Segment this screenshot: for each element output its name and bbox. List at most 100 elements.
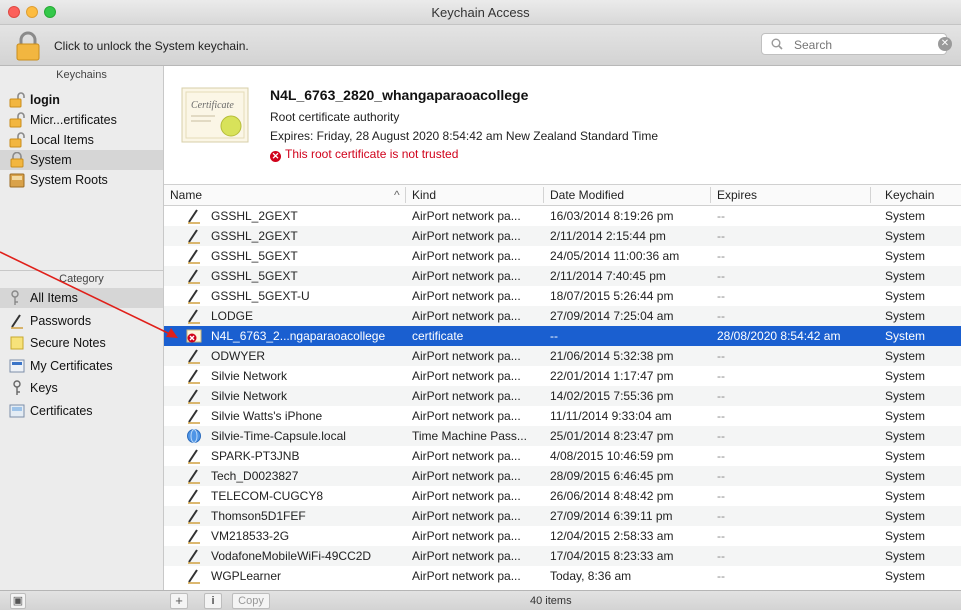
sidebar-item-label: Secure Notes [30, 336, 106, 350]
cell-kind: certificate [412, 329, 464, 343]
cell-keychain: System [885, 329, 926, 343]
item-count: 40 items [530, 595, 572, 607]
column-header-kind[interactable]: Kind [412, 188, 436, 202]
sidebar-item-label: Micr...ertificates [30, 113, 117, 127]
cell-date-modified: 2/11/2014 7:40:45 pm [550, 269, 666, 283]
cell-date-modified: 4/08/2015 10:46:59 pm [550, 449, 674, 463]
info-button[interactable]: i [204, 593, 222, 609]
column-header-name[interactable]: Name [170, 188, 202, 202]
clear-search-icon[interactable]: ✕ [938, 37, 952, 51]
show-sidebar-icon[interactable]: ▣ [10, 593, 26, 609]
certificate-warning: ✕ This root certificate is not trusted [270, 147, 458, 162]
table-row[interactable]: GSSHL_5GEXT AirPort network pa... 2/11/201… [164, 266, 961, 286]
cell-expires: -- [717, 389, 725, 403]
column-separator[interactable] [543, 187, 544, 203]
sidebar-item-secure-notes[interactable]: Secure Notes [0, 333, 163, 353]
table-row[interactable]: VM218533-2G AirPort network pa... 12/04/20… [164, 526, 961, 546]
pen-icon [186, 348, 202, 364]
column-header-expires[interactable]: Expires [717, 188, 757, 202]
cell-kind: AirPort network pa... [412, 369, 521, 383]
cell-expires: -- [717, 349, 725, 363]
lock-closed-icon[interactable] [14, 31, 42, 61]
add-item-button[interactable]: + [170, 593, 188, 609]
cell-expires: -- [717, 549, 725, 563]
search-input[interactable] [792, 37, 916, 53]
sidebar-item-local-items[interactable]: Local Items [0, 130, 163, 150]
cell-expires: -- [717, 469, 725, 483]
note-icon [9, 335, 25, 351]
cell-date-modified: 12/04/2015 2:58:33 am [550, 529, 674, 543]
cell-keychain: System [885, 489, 926, 503]
table-row[interactable]: TELECOM-CUGCY8 AirPort network pa... 26/06… [164, 486, 961, 506]
lock-closed-icon [9, 151, 25, 168]
table-row[interactable]: N4L_6763_2...ngaparaoacollege certificate… [164, 326, 961, 346]
table-row[interactable]: WGPLearner AirPort network pa... Today, 8:… [164, 566, 961, 586]
pen-icon [186, 568, 202, 584]
sidebar-item-keys[interactable]: Keys [0, 378, 163, 398]
cell-kind: AirPort network pa... [412, 569, 521, 583]
table-row[interactable]: Silvie Network AirPort network pa... 14/02… [164, 386, 961, 406]
status-bar: ▣ + i Copy 40 items [0, 590, 961, 610]
sidebar-item-micr-ertificates[interactable]: Micr...ertificates [0, 110, 163, 130]
sidebar-item-all-items[interactable]: All Items [0, 288, 163, 308]
table-row[interactable]: Tech_D0023827 AirPort network pa... 28/09/… [164, 466, 961, 486]
cell-keychain: System [885, 529, 926, 543]
cell-date-modified: 28/09/2015 6:46:45 pm [550, 469, 674, 483]
pen-icon [186, 448, 202, 464]
sort-ascending-icon: ^ [394, 188, 400, 202]
table-row[interactable]: Silvie-Time-Capsule.local Time Machine Pa… [164, 426, 961, 446]
pen-icon [186, 368, 202, 384]
table-row[interactable]: SPARK-PT3JNB AirPort network pa... 4/08/20… [164, 446, 961, 466]
sidebar-item-label: Local Items [30, 133, 94, 147]
copy-button[interactable]: Copy [232, 593, 270, 609]
key-icon [9, 380, 25, 396]
table-row[interactable]: LODGE AirPort network pa... 27/09/2014 7:2… [164, 306, 961, 326]
certificate-expiry: Expires: Friday, 28 August 2020 8:54:42 … [270, 129, 658, 143]
main-pane: Certificate N4L_6763_2820_whangaparaoaco… [164, 66, 961, 590]
cell-expires: -- [717, 529, 725, 543]
pen-icon [186, 528, 202, 544]
sidebar-item-my-certificates[interactable]: My Certificates [0, 356, 163, 376]
table-row[interactable]: GSSHL_2GEXT AirPort network pa... 16/03/20… [164, 206, 961, 226]
table-row[interactable]: GSSHL_5GEXT-U AirPort network pa... 18/07/… [164, 286, 961, 306]
cell-expires: -- [717, 249, 725, 263]
column-separator[interactable] [710, 187, 711, 203]
sidebar-item-label: My Certificates [30, 358, 113, 373]
cell-keychain: System [885, 449, 926, 463]
search-field[interactable]: ✕ [761, 33, 952, 55]
cell-date-modified: 2/11/2014 2:15:44 pm [550, 229, 666, 243]
cell-keychain: System [885, 469, 926, 483]
title-bar: Keychain Access [0, 0, 961, 25]
keychain-window: Keychain Access Click to unlock the Syst… [0, 0, 961, 610]
window-title: Keychain Access [431, 5, 530, 20]
table-row[interactable]: Thomson5D1FEF AirPort network pa... 27/09/… [164, 506, 961, 526]
sidebar-item-system-roots[interactable]: System Roots [0, 170, 163, 190]
table-row[interactable]: Silvie Watts's iPhone AirPort network pa.… [164, 406, 961, 426]
column-separator[interactable] [870, 187, 871, 203]
cell-keychain: System [885, 269, 926, 283]
table-row[interactable]: VodafoneMobileWiFi-49CC2D AirPort network… [164, 546, 961, 566]
column-header-keychain[interactable]: Keychain [885, 188, 934, 202]
sidebar-item-certificates[interactable]: Certificates [0, 401, 163, 421]
table-row[interactable]: GSSHL_2GEXT AirPort network pa... 2/11/201… [164, 226, 961, 246]
cell-expires: -- [717, 569, 725, 583]
table-row[interactable]: GSSHL_5GEXT AirPort network pa... 24/05/20… [164, 246, 961, 266]
column-header-date-modified[interactable]: Date Modified [550, 188, 624, 202]
cell-kind: AirPort network pa... [412, 489, 521, 503]
sidebar-item-passwords[interactable]: Passwords [0, 311, 163, 331]
unlock-keychain-text[interactable]: Click to unlock the System keychain. [54, 39, 249, 53]
sidebar-item-label: Passwords [30, 313, 92, 328]
certificate-warning-text: This root certificate is not trusted [285, 147, 459, 161]
cell-date-modified: Today, 8:36 am [550, 569, 632, 583]
cert-icon [9, 358, 25, 374]
sidebar-item-login[interactable]: login [0, 90, 163, 110]
cell-keychain: System [885, 209, 926, 223]
table-row[interactable]: Silvie Network AirPort network pa... 22/01… [164, 366, 961, 386]
sidebar-item-system[interactable]: System [0, 150, 163, 170]
cell-expires: -- [717, 289, 725, 303]
column-separator[interactable] [405, 187, 406, 203]
pen-icon [186, 388, 202, 404]
table-row[interactable]: ODWYER AirPort network pa... 21/06/2014 5:… [164, 346, 961, 366]
cell-keychain: System [885, 389, 926, 403]
cell-kind: AirPort network pa... [412, 509, 521, 523]
